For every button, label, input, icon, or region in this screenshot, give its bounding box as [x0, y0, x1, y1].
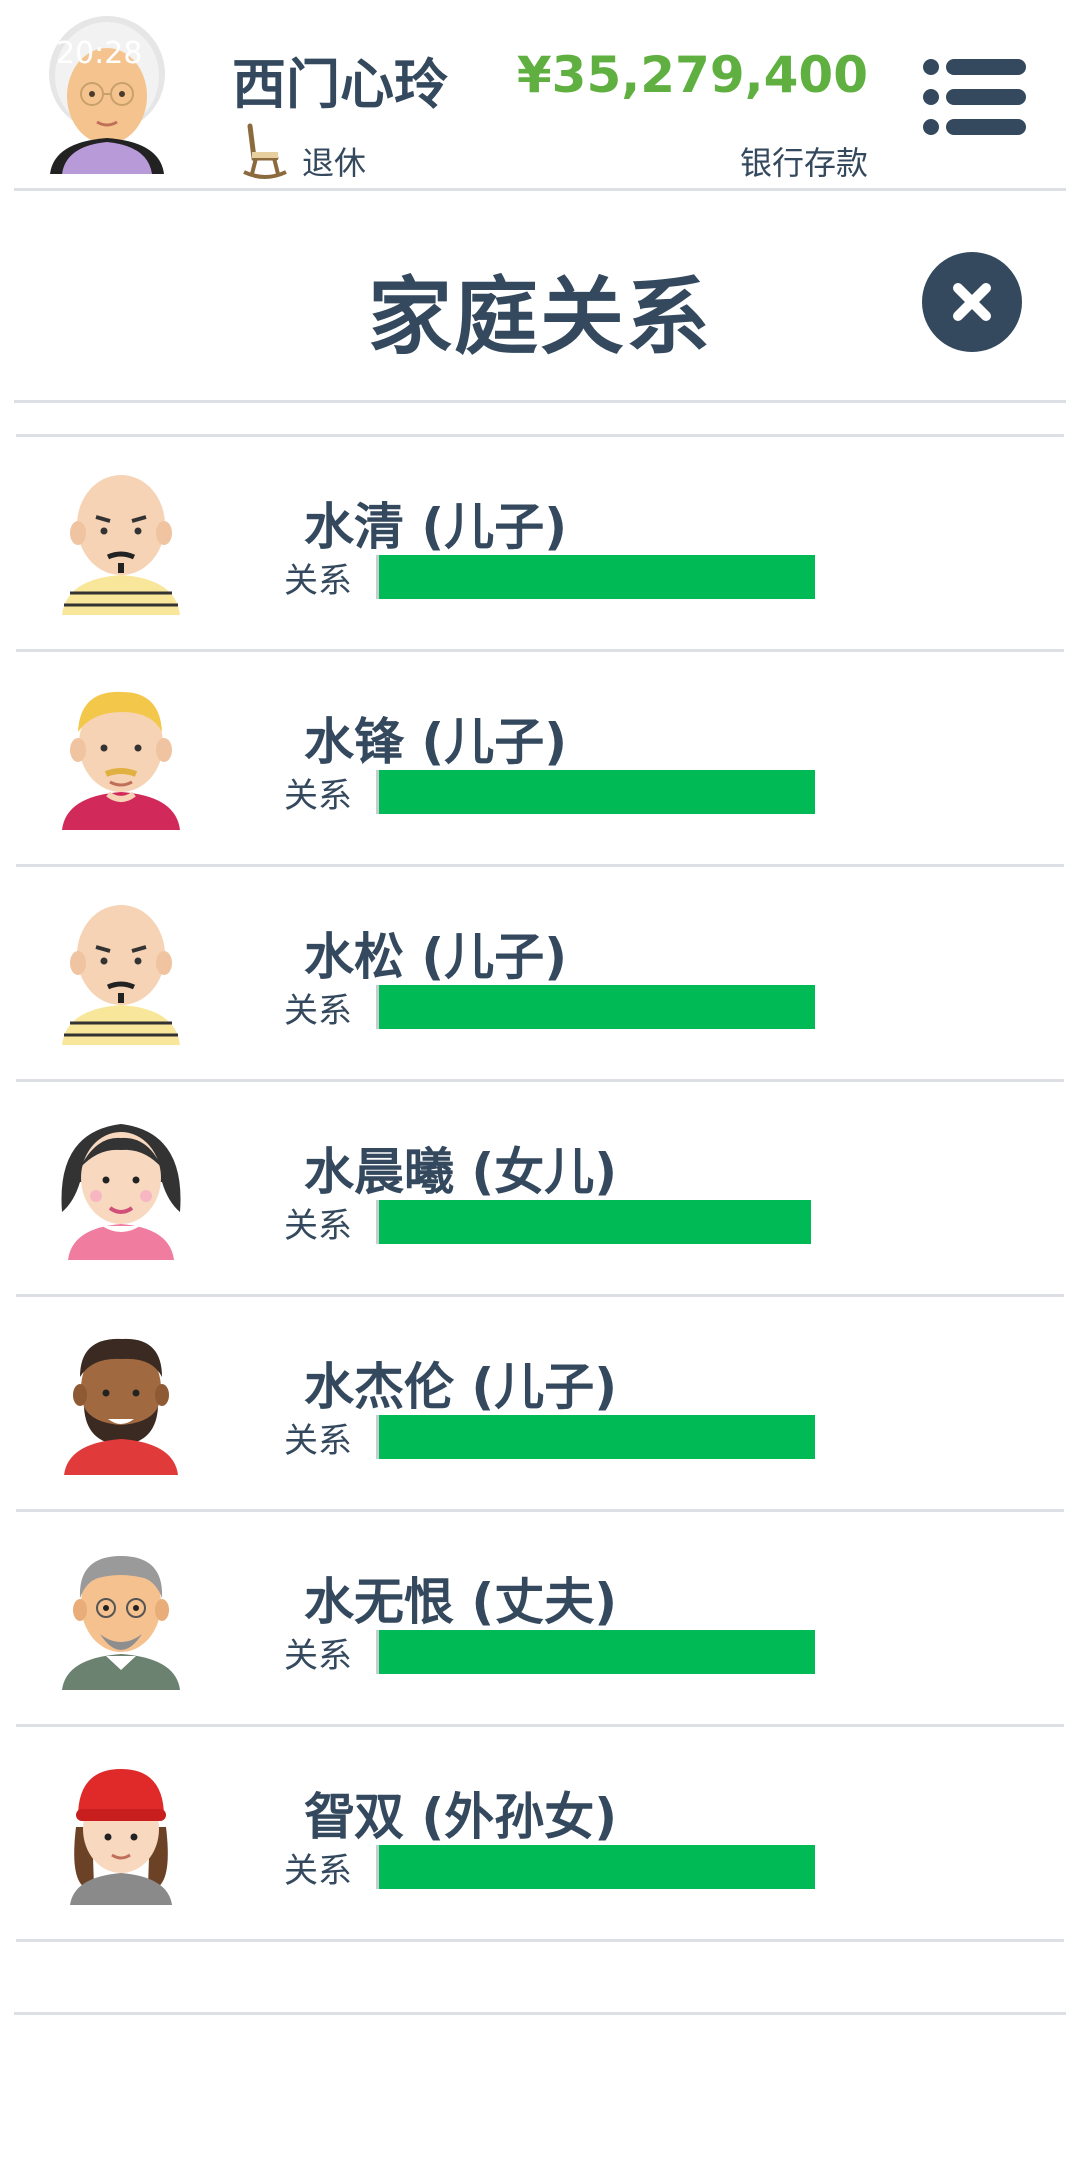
relation-list: 水清 (儿子) 关系 水锋 (儿子) 关系 水松 (儿子) 关系 水晨曦 (女儿…	[16, 434, 1064, 1942]
status-bar-time: 20:28	[56, 36, 143, 71]
relation-label: 关系	[284, 776, 352, 816]
bank-balance-label: 银行存款	[739, 144, 868, 182]
relation-label: 关系	[284, 991, 352, 1031]
relation-name: 水杰伦 (儿子)	[304, 1358, 618, 1416]
relation-bar-fill	[379, 1415, 815, 1459]
relation-item[interactable]: 水锋 (儿子) 关系	[16, 649, 1064, 864]
relation-label: 关系	[284, 1421, 352, 1461]
relation-name: 水清 (儿子)	[304, 498, 568, 556]
bottom-divider	[14, 2012, 1066, 2015]
relation-label: 关系	[284, 1636, 352, 1676]
job-status-label: 退休	[302, 144, 367, 182]
relation-bar	[376, 1200, 815, 1244]
relation-item[interactable]: 水杰伦 (儿子) 关系	[16, 1294, 1064, 1509]
relation-name: 水晨曦 (女儿)	[304, 1143, 618, 1201]
dark-hair-woman-avatar	[61, 1124, 181, 1260]
relation-item[interactable]: 水晨曦 (女儿) 关系	[16, 1079, 1064, 1294]
relation-bar	[376, 1630, 815, 1674]
relation-bar	[376, 985, 815, 1029]
relation-item[interactable]: 眢双 (外孙女) 关系	[16, 1724, 1064, 1942]
modal-title: 家庭关系	[367, 268, 712, 366]
relation-bar	[376, 770, 815, 814]
top-bar: 20:28 西门心玲 退休 ¥35,279,400 银行存款	[0, 0, 1080, 191]
relation-bar-fill	[379, 1630, 815, 1674]
relation-bar-fill	[379, 1845, 815, 1889]
girl-red-hat-avatar	[70, 1769, 172, 1905]
relation-bar	[376, 555, 815, 599]
relation-bar-fill	[379, 555, 815, 599]
bald-mustache-man-avatar	[62, 475, 180, 615]
player-name: 西门心玲	[232, 53, 448, 116]
relation-label: 关系	[284, 1851, 352, 1891]
close-button[interactable]	[922, 252, 1022, 352]
bald-mustache-man-avatar	[62, 905, 180, 1045]
relation-bar-fill	[379, 770, 815, 814]
menu-list-icon[interactable]	[920, 54, 1030, 140]
relation-item[interactable]: 水清 (儿子) 关系	[16, 434, 1064, 649]
relation-bar-fill	[379, 985, 815, 1029]
relation-name: 水锋 (儿子)	[304, 713, 568, 771]
relation-bar-fill	[379, 1200, 811, 1244]
title-divider	[14, 400, 1066, 403]
relation-item[interactable]: 水松 (儿子) 关系	[16, 864, 1064, 1079]
header-divider	[14, 188, 1066, 191]
older-bearded-man-avatar	[62, 1556, 180, 1690]
relation-name: 水松 (儿子)	[304, 928, 568, 986]
close-icon	[953, 283, 991, 321]
rocking-chair-icon	[243, 123, 287, 179]
relation-bar	[376, 1845, 815, 1889]
relation-bar	[376, 1415, 815, 1459]
relation-name: 眢双 (外孙女)	[304, 1788, 618, 1846]
relation-item[interactable]: 水无恨 (丈夫) 关系	[16, 1509, 1064, 1724]
relation-name: 水无恨 (丈夫)	[304, 1573, 618, 1631]
relation-label: 关系	[284, 561, 352, 601]
bank-balance: ¥35,279,400	[516, 46, 868, 104]
bearded-man-avatar	[64, 1338, 178, 1475]
relation-label: 关系	[284, 1206, 352, 1246]
blond-man-avatar	[62, 691, 180, 830]
